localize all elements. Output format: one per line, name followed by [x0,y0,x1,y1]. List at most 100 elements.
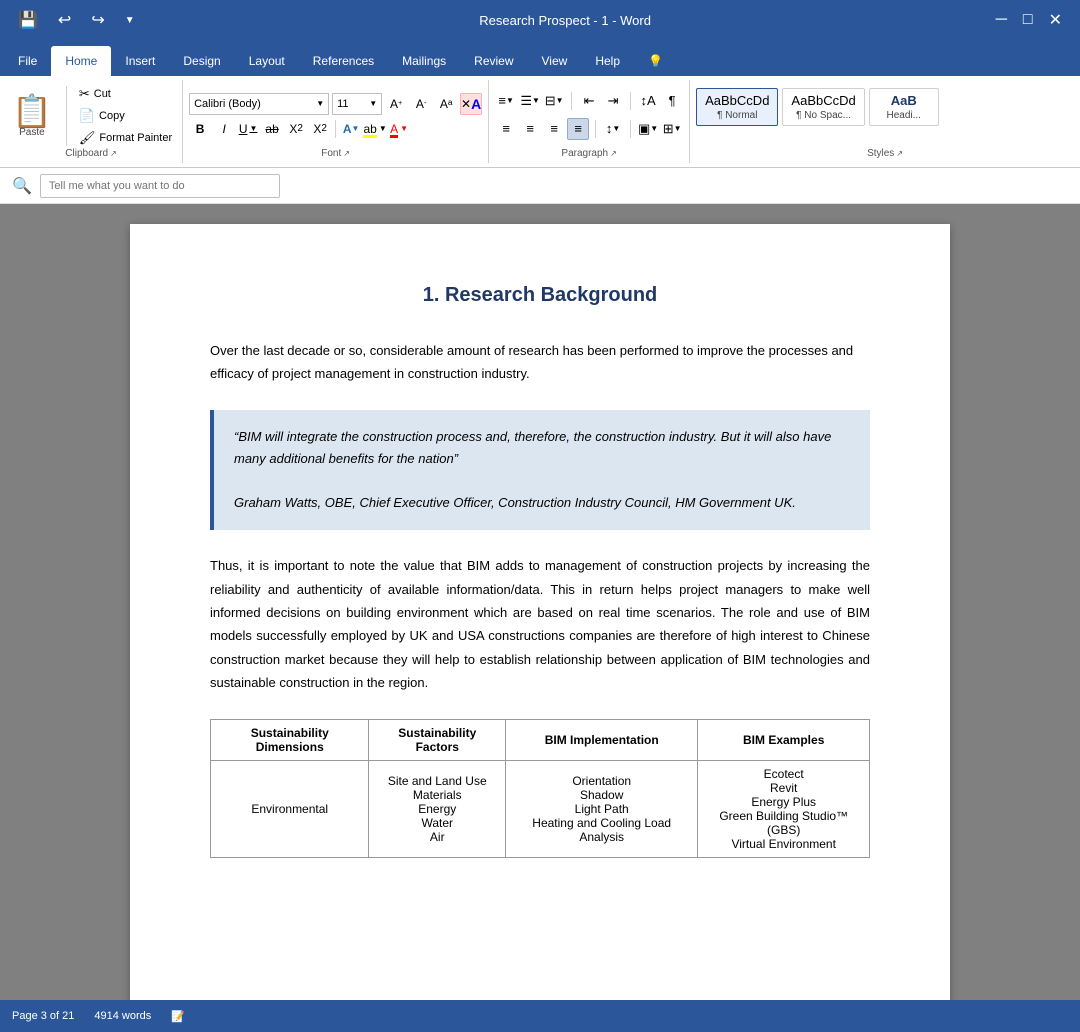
tab-layout[interactable]: Layout [235,46,299,76]
title-bar: 💾 ↩ ↪ ▼ Research Prospect - 1 - Word ─ □… [0,0,1080,40]
highlight-button[interactable]: ab ▼ [364,118,386,140]
tab-view[interactable]: View [528,46,582,76]
font-color-button[interactable]: A ▼ [388,118,410,140]
col-bim-impl: BIM Implementation [506,719,698,760]
font-format-row: B I U ▼ ab X2 X2 A▼ ab ▼ A ▼ [189,118,482,140]
paragraph-expand[interactable]: ↗ [610,149,617,158]
text-effects-button[interactable]: A▼ [340,118,362,140]
align-right-button[interactable]: ≡ [543,118,565,140]
tab-help[interactable]: Help [581,46,634,76]
style-heading1[interactable]: AaB Headi... [869,88,939,126]
clipboard-label: Clipboard ↗ [6,148,176,159]
format-painter-label: Format Painter [99,132,172,144]
para-divider4 [630,120,631,138]
ribbon: 📋 Paste ✂ Cut 📄 Copy 🖌 Format Painter [0,76,1080,168]
quote-block: “BIM will integrate the construction pro… [210,410,870,530]
paragraph-2: Thus, it is important to note the value … [210,554,870,694]
style-heading-preview: AaB [891,93,917,108]
multilevel-button[interactable]: ⊟▼ [543,90,565,112]
font-size-arrow: ▼ [369,99,377,108]
quote-attribution: Graham Watts, OBE, Chief Executive Offic… [234,492,850,514]
status-bar: Page 3 of 21 4914 words 📝 [0,1000,1080,1032]
numbering-button[interactable]: ☰▼ [519,90,541,112]
tab-design[interactable]: Design [169,46,234,76]
font-name-arrow: ▼ [316,99,324,108]
style-heading-label: Headi... [887,110,921,121]
tab-review[interactable]: Review [460,46,527,76]
italic-button[interactable]: I [213,118,235,140]
undo-icon[interactable]: ↩ [52,6,77,34]
cell-implementation: OrientationShadowLight PathHeating and C… [506,760,698,857]
style-nospace-preview: AaBbCcDd [791,93,855,108]
shading-button[interactable]: ▣▼ [637,118,659,140]
paste-button[interactable]: 📋 Paste [6,91,58,142]
decrease-indent-button[interactable]: ⇤ [578,90,600,112]
bold-button[interactable]: B [189,118,211,140]
show-para-button[interactable]: ¶ [661,90,683,112]
style-no-spacing[interactable]: AaBbCcDd ¶ No Spac... [782,88,864,126]
track-changes-icon[interactable]: 📝 [171,1010,185,1023]
page-info: Page 3 of 21 [12,1010,74,1022]
copy-label: Copy [99,110,125,122]
font-group-label: Font ↗ [189,148,482,159]
close-icon[interactable]: ✕ [1043,6,1068,34]
tell-me-icon[interactable]: 💡 [634,46,677,76]
tab-insert[interactable]: Insert [111,46,169,76]
clear-format-button[interactable]: ✕A [460,93,482,115]
cut-label: Cut [94,88,111,100]
line-spacing-button[interactable]: ↕▼ [602,118,624,140]
align-center-button[interactable]: ≡ [519,118,541,140]
style-normal[interactable]: AaBbCcDd ¶ Normal [696,88,778,126]
para-divider3 [595,120,596,138]
underline-button[interactable]: U ▼ [237,118,259,140]
clipboard-divider [66,86,67,146]
tab-file[interactable]: File [4,46,51,76]
borders-button[interactable]: ⊞▼ [661,118,683,140]
bullets-button[interactable]: ≡▼ [495,90,517,112]
cell-dimension: Environmental [211,760,369,857]
ribbon-tabs: File Home Insert Design Layout Reference… [0,40,1080,76]
sort-button[interactable]: ↕A [637,90,659,112]
word-count: 4914 words [94,1010,151,1022]
minimize-icon[interactable]: ─ [990,7,1013,33]
font-size-dropdown[interactable]: 11 ▼ [332,93,382,115]
save-icon[interactable]: 💾 [12,6,44,34]
paste-label: Paste [19,127,45,138]
align-justify-button[interactable]: ≡ [567,118,589,140]
copy-button[interactable]: 📄 Copy [75,106,176,126]
search-input[interactable] [40,174,280,198]
document-area: 1. Research Background Over the last dec… [0,204,1080,1000]
superscript-button[interactable]: X2 [309,118,331,140]
style-normal-label: ¶ Normal [717,110,757,121]
styles-expand[interactable]: ↗ [896,149,903,158]
table-header-row: Sustainability Dimensions Sustainability… [211,719,870,760]
cut-button[interactable]: ✂ Cut [75,84,176,104]
para-divider1 [571,92,572,110]
clipboard-group: 📋 Paste ✂ Cut 📄 Copy 🖌 Format Painter [0,80,183,163]
maximize-icon[interactable]: □ [1017,7,1039,33]
font-group: Calibri (Body) ▼ 11 ▼ A+ A- Aᵃ ✕A B I U … [183,80,489,163]
tab-references[interactable]: References [299,46,388,76]
strikethrough-button[interactable]: ab [261,118,283,140]
quick-access-more[interactable]: ▼ [119,11,141,30]
align-left-button[interactable]: ≡ [495,118,517,140]
subscript-button[interactable]: X2 [285,118,307,140]
font-shrink-button[interactable]: A- [410,93,432,115]
redo-icon[interactable]: ↪ [85,6,110,34]
font-grow-button[interactable]: A+ [385,93,407,115]
title-bar-left: 💾 ↩ ↪ ▼ [12,6,141,34]
clipboard-group-body: 📋 Paste ✂ Cut 📄 Copy 🖌 Format Painter [6,84,176,148]
clipboard-expand[interactable]: ↗ [110,149,117,158]
cut-icon: ✂ [79,86,90,102]
format-painter-button[interactable]: 🖌 Format Painter [75,128,176,148]
para-row2: ≡ ≡ ≡ ≡ ↕▼ ▣▼ ⊞▼ [495,118,683,140]
tab-mailings[interactable]: Mailings [388,46,460,76]
font-case-button[interactable]: Aᵃ [435,93,457,115]
increase-indent-button[interactable]: ⇥ [602,90,624,112]
search-bar: 🔍 [0,168,1080,204]
font-name-dropdown[interactable]: Calibri (Body) ▼ [189,93,329,115]
tab-home[interactable]: Home [51,46,111,76]
col-dimensions: Sustainability Dimensions [211,719,369,760]
font-expand[interactable]: ↗ [343,149,350,158]
style-nospace-label: ¶ No Spac... [796,110,851,121]
